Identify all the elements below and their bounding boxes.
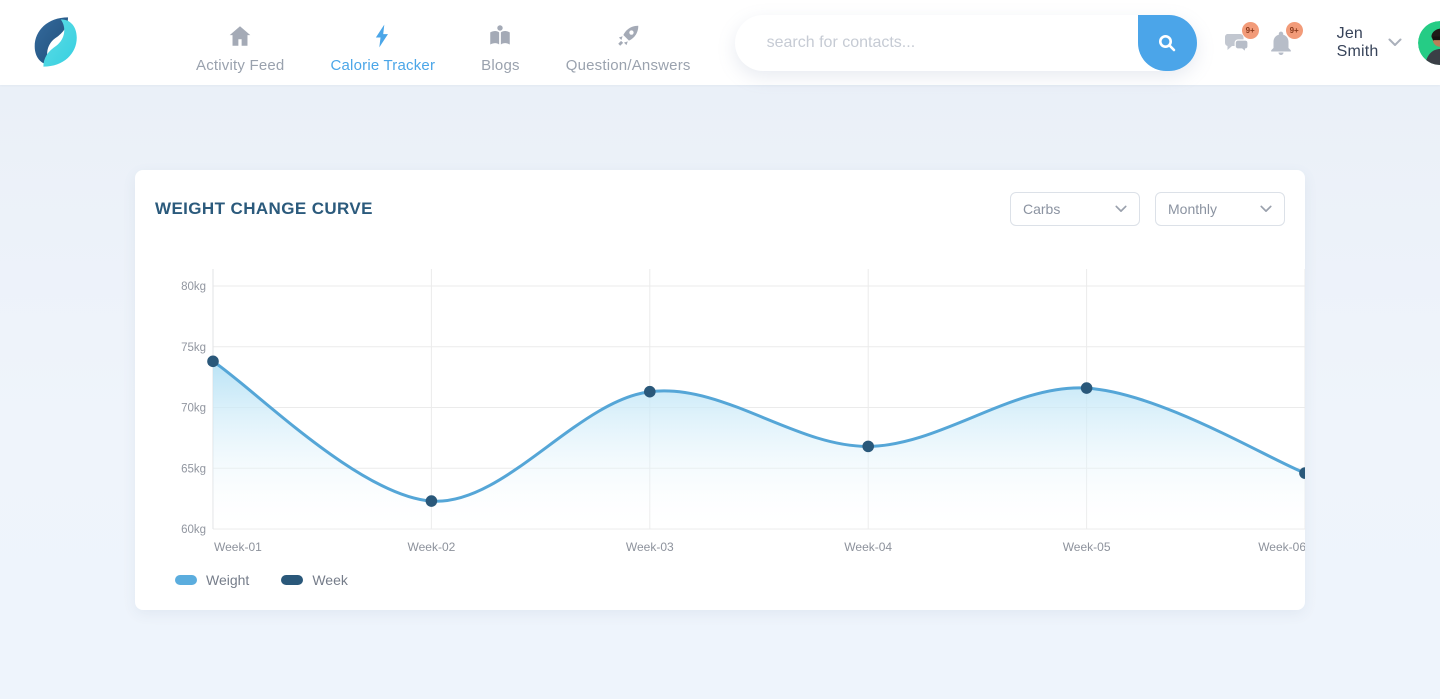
nav-item-label: Calorie Tracker (330, 57, 435, 74)
nav-item-question-answers[interactable]: Question/Answers (566, 11, 691, 74)
nav-item-activity-feed[interactable]: Activity Feed (196, 11, 284, 74)
user-name: Jen Smith (1337, 25, 1379, 61)
bell-icon[interactable]: 9+ (1267, 29, 1295, 57)
rocket-icon (615, 23, 641, 49)
search-button[interactable] (1138, 15, 1197, 71)
legend-label: Weight (206, 572, 249, 588)
svg-text:Week-05: Week-05 (1063, 540, 1111, 554)
svg-text:Week-01: Week-01 (214, 540, 262, 554)
period-select[interactable]: Monthly (1155, 192, 1285, 226)
search-icon (1156, 32, 1178, 54)
nav-item-label: Activity Feed (196, 57, 284, 74)
card-title: WEIGHT CHANGE CURVE (155, 199, 373, 219)
search-bar (735, 15, 1197, 71)
home-icon (227, 23, 253, 49)
avatar[interactable] (1418, 21, 1440, 65)
card-header: WEIGHT CHANGE CURVE Carbs Monthly (155, 192, 1285, 226)
svg-text:Week-06: Week-06 (1258, 540, 1305, 554)
nav-item-calorie-tracker[interactable]: Calorie Tracker (330, 11, 435, 74)
chevron-down-icon (1260, 205, 1272, 213)
weight-change-card: WEIGHT CHANGE CURVE Carbs Monthly (135, 170, 1305, 610)
legend-label: Week (312, 572, 348, 588)
content-area: WEIGHT CHANGE CURVE Carbs Monthly (0, 85, 1440, 610)
legend-swatch (175, 575, 197, 585)
nav-item-label: Blogs (481, 57, 520, 74)
legend-swatch (281, 575, 303, 585)
svg-text:Week-03: Week-03 (626, 540, 674, 554)
chevron-down-icon (1115, 205, 1127, 213)
nav-item-blogs[interactable]: Blogs (481, 11, 520, 74)
period-select-value: Monthly (1168, 201, 1217, 217)
svg-text:60kg: 60kg (181, 524, 206, 536)
notification-badge: 9+ (1242, 22, 1259, 39)
svg-text:80kg: 80kg (181, 281, 206, 293)
legend-item-weight[interactable]: Weight (175, 572, 249, 588)
nutrient-select-value: Carbs (1023, 201, 1060, 217)
svg-text:Week-02: Week-02 (407, 540, 455, 554)
search-input[interactable] (735, 15, 1197, 71)
main-nav: Activity Feed Calorie Tracker Blogs Questio… (196, 11, 691, 74)
legend-item-week[interactable]: Week (281, 572, 348, 588)
app-logo[interactable] (26, 13, 84, 73)
notification-badge: 9+ (1286, 22, 1303, 39)
nutrient-select[interactable]: Carbs (1010, 192, 1140, 226)
svg-text:65kg: 65kg (181, 463, 206, 475)
chart-filters: Carbs Monthly (1010, 192, 1285, 226)
weight-chart: 80kg 75kg 70kg 65kg 60kg Week-01 Week-02 Week-0… (155, 269, 1285, 564)
user-menu[interactable]: Jen Smith (1337, 21, 1440, 65)
reader-icon (487, 23, 513, 49)
chevron-down-icon (1388, 38, 1402, 47)
nav-item-label: Question/Answers (566, 57, 691, 74)
notification-area: 9+ 9+ (1223, 29, 1295, 57)
svg-text:75kg: 75kg (181, 342, 206, 354)
chart-legend: Weight Week (155, 572, 1285, 588)
svg-text:Week-04: Week-04 (844, 540, 892, 554)
svg-text:70kg: 70kg (181, 403, 206, 415)
lightning-icon (370, 23, 396, 49)
top-navbar: Activity Feed Calorie Tracker Blogs Questio… (0, 0, 1440, 85)
chat-icon[interactable]: 9+ (1223, 29, 1251, 57)
